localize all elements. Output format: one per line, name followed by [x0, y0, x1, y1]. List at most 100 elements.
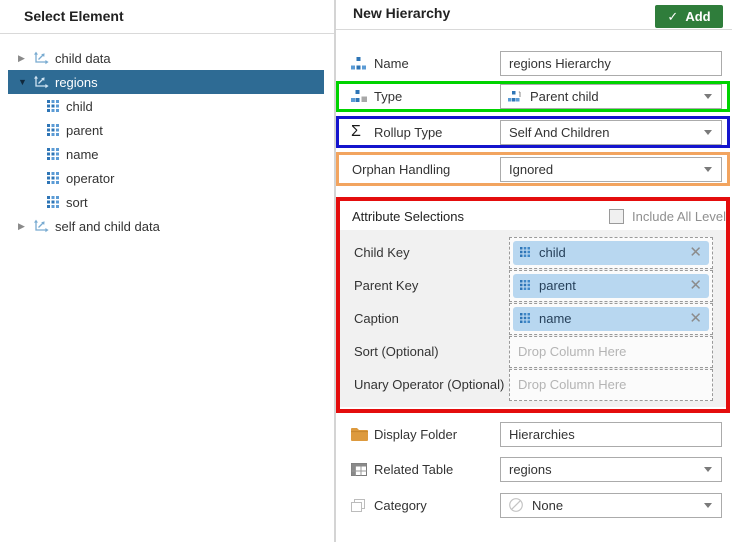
pages-icon: [351, 499, 371, 512]
orphan-handling-label: Orphan Handling: [339, 162, 500, 177]
dropdown-caret-icon: [704, 94, 712, 99]
related-table-dropdown[interactable]: regions: [500, 457, 722, 482]
sort-label: Sort (Optional): [340, 344, 509, 359]
chevron-right-icon[interactable]: [18, 221, 32, 232]
child-key-row: Child Key child: [340, 236, 726, 269]
tree-item-child-data[interactable]: child data: [0, 46, 334, 70]
sigma-icon: [351, 123, 371, 141]
attribute-selections-title: Attribute Selections: [352, 209, 609, 224]
tree-item-sort[interactable]: sort: [0, 190, 334, 214]
add-button[interactable]: Add: [655, 5, 723, 28]
dropdown-caret-icon: [704, 130, 712, 135]
table-grid-icon: [351, 463, 371, 476]
tree-item-regions[interactable]: regions: [8, 70, 324, 94]
column-icon: [47, 196, 59, 208]
column-icon: [47, 148, 59, 160]
parent-key-row: Parent Key parent: [340, 269, 726, 302]
remove-icon[interactable]: [689, 278, 702, 293]
add-button-label: Add: [685, 9, 710, 24]
rollup-type-dropdown[interactable]: Self And Children: [500, 120, 722, 145]
parent-key-chip[interactable]: parent: [513, 274, 709, 298]
child-key-drop-zone[interactable]: child: [509, 237, 713, 269]
hierarchy-editor: Select Element child data regions: [0, 0, 732, 542]
orphan-row-highlight: Orphan Handling Ignored: [336, 152, 730, 186]
rollup-row-highlight: Rollup Type Self And Children: [336, 116, 730, 148]
dropdown-caret-icon: [704, 167, 712, 172]
orphan-handling-value: Ignored: [501, 162, 553, 177]
tree-item-child[interactable]: child: [0, 94, 334, 118]
dropdown-caret-icon: [704, 503, 712, 508]
none-icon: [508, 497, 524, 513]
caption-drop-zone[interactable]: name: [509, 303, 713, 335]
chevron-down-icon[interactable]: [18, 77, 32, 87]
new-hierarchy-panel: New Hierarchy Add Name Type Parent c: [336, 0, 732, 542]
related-table-row: Related Table regions: [336, 456, 730, 482]
tree-item-label: parent: [66, 123, 103, 138]
caption-chip[interactable]: name: [513, 307, 709, 331]
unary-operator-drop-zone[interactable]: Drop Column Here: [509, 369, 713, 401]
hierarchy-type-icon: [351, 90, 371, 103]
caption-label: Caption: [340, 311, 509, 326]
column-icon: [520, 280, 532, 292]
column-icon: [520, 247, 532, 259]
tree-item-label: sort: [66, 195, 88, 210]
display-folder-input[interactable]: [500, 422, 722, 447]
sort-drop-zone[interactable]: Drop Column Here: [509, 336, 713, 368]
parent-key-label: Parent Key: [340, 278, 509, 293]
left-panel-title: Select Element: [0, 0, 334, 34]
child-key-label: Child Key: [340, 245, 509, 260]
select-element-panel: Select Element child data regions: [0, 0, 334, 542]
chevron-right-icon[interactable]: [18, 53, 32, 64]
tree-item-label: operator: [66, 171, 114, 186]
attribute-rows-panel: Child Key child Parent Key: [340, 230, 726, 407]
dropdown-caret-icon: [704, 467, 712, 472]
child-key-chip[interactable]: child: [513, 241, 709, 265]
orphan-handling-dropdown[interactable]: Ignored: [500, 157, 722, 182]
column-icon: [47, 172, 59, 184]
tree-item-name[interactable]: name: [0, 142, 334, 166]
related-table-value: regions: [501, 462, 552, 477]
tree-item-label: regions: [55, 75, 98, 90]
caption-row: Caption name: [340, 302, 726, 335]
rollup-type-label: Rollup Type: [371, 125, 500, 140]
tree-item-label: child: [66, 99, 93, 114]
type-row-highlight: Type Parent child: [336, 81, 730, 112]
sort-row: Sort (Optional) Drop Column Here: [340, 335, 726, 368]
drop-placeholder: Drop Column Here: [510, 377, 626, 392]
check-icon: [667, 9, 678, 25]
unary-operator-label: Unary Operator (Optional): [340, 377, 509, 392]
category-label: Category: [371, 498, 500, 513]
type-dropdown[interactable]: Parent child: [500, 84, 722, 109]
category-value: None: [524, 498, 563, 513]
attribute-selections-section: Attribute Selections Include All Level C…: [336, 197, 730, 413]
remove-icon[interactable]: [689, 311, 702, 326]
chip-label: child: [532, 245, 566, 260]
parent-key-drop-zone[interactable]: parent: [509, 270, 713, 302]
tree-item-label: child data: [55, 51, 111, 66]
column-icon: [520, 313, 532, 325]
type-label: Type: [371, 89, 500, 104]
related-table-label: Related Table: [371, 462, 500, 477]
column-icon: [47, 124, 59, 136]
remove-icon[interactable]: [689, 245, 702, 260]
include-all-level-checkbox[interactable]: [609, 209, 624, 224]
tree-item-operator[interactable]: operator: [0, 166, 334, 190]
name-input[interactable]: [500, 51, 722, 76]
rollup-type-value: Self And Children: [501, 125, 609, 140]
include-all-level-label: Include All Level: [632, 209, 726, 224]
tree-item-parent[interactable]: parent: [0, 118, 334, 142]
folder-icon: [351, 427, 371, 441]
name-label: Name: [371, 56, 500, 71]
unary-operator-row: Unary Operator (Optional) Drop Column He…: [340, 368, 726, 401]
tree-item-label: name: [66, 147, 99, 162]
chip-label: parent: [532, 278, 576, 293]
table-icon: [32, 75, 49, 89]
drop-placeholder: Drop Column Here: [510, 344, 626, 359]
page-title: New Hierarchy: [353, 5, 450, 21]
category-dropdown[interactable]: None: [500, 493, 722, 518]
hierarchy-icon: [351, 57, 371, 70]
element-tree: child data regions child parent: [0, 34, 334, 238]
tree-item-self-and-child-data[interactable]: self and child data: [0, 214, 334, 238]
chip-label: name: [532, 311, 572, 326]
type-value: Parent child: [522, 89, 599, 104]
